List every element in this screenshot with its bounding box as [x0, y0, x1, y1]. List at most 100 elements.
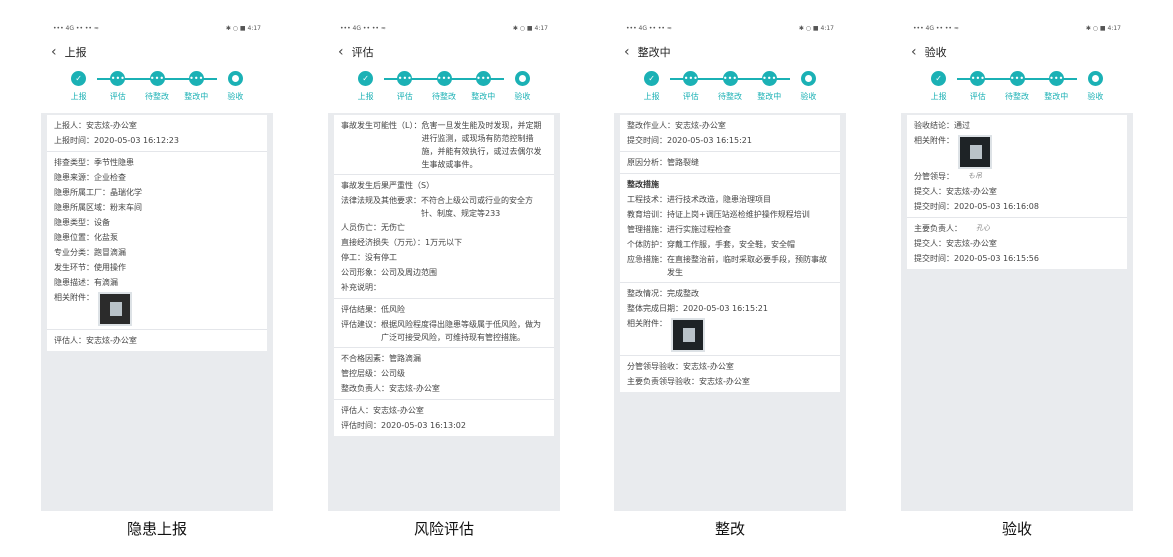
check-icon: ✓ [931, 71, 947, 86]
step-2[interactable]: ••• 评估 [385, 71, 424, 107]
conclusion: 验收结论：通过 [914, 121, 970, 130]
battery-clock: ✱ ○ ■ 4:17 [225, 24, 261, 32]
measure-item: 教育培训：持证上岗+调压站巡检维护操作规程培训 [627, 210, 810, 219]
back-icon[interactable]: ‹ [911, 45, 917, 59]
severity-section: 事故发生后果严重性（S） 法律法规及其他要求： 不符合上级公司或行业的安全方针、制度… [334, 175, 554, 299]
more-icon: ••• [475, 71, 491, 86]
attachment-label: 相关附件： [914, 136, 954, 145]
step-5[interactable]: 验收 [789, 71, 828, 107]
assess-suggestion-key: 评估建议： [341, 320, 381, 329]
assessor: 评估人：安志炫-办公室 [341, 406, 424, 415]
assessor-section: 评估人：安志炫-办公室 评估时间：2020-05-03 16:13:02 [334, 400, 554, 436]
step-label: 整改中 [471, 92, 496, 101]
attachment-thumbnail[interactable] [98, 292, 132, 326]
signature-image: も吊 [968, 172, 982, 180]
possibility-section: 事故发生可能性（L）： 危害一旦发生能及时发现，并定期进行监测，或现场有防范控制措… [334, 115, 554, 175]
severity-image: 公司形象：公司及周边范围 [341, 268, 437, 277]
phone-screen-4: ••• 4G •• •• ≈ ✱ ○ ■ 4:17 ‹ 验收 ✓ 上报 ••• 评估 ••• 待整… [901, 18, 1133, 511]
more-icon: ••• [970, 71, 986, 86]
step-3[interactable]: ••• 待整改 [424, 71, 463, 107]
step-2[interactable]: ••• 评估 [958, 71, 997, 107]
step-4[interactable]: ••• 整改中 [464, 71, 503, 107]
more-icon: ••• [436, 71, 452, 86]
hazard-fields-section: 排查类型：季节性隐患 隐患来源：企业检查 隐患所属工厂：晶瑞化学 隐患所属区域：粉末车… [47, 152, 267, 330]
progress-stepper: ✓ 上报 ••• 评估 ••• 待整改 ••• 整改中 验收 [41, 65, 273, 113]
hazard-field: 隐患描述：有滴漏 [54, 278, 118, 287]
back-icon[interactable]: ‹ [51, 45, 57, 59]
law-requirement: 法律法规及其他要求： 不符合上级公司或行业的安全方针、制度、规定等233 [341, 193, 547, 220]
step-label: 验收 [227, 92, 244, 101]
measure-item: 工程技术：进行技术改造，隐患治理项目 [627, 195, 771, 204]
screen-caption: 整改 [714, 520, 745, 538]
step-label: 整改中 [1044, 92, 1069, 101]
chief-signature-row: 主要负责人： 孔心 [914, 221, 1120, 236]
step-4[interactable]: ••• 整改中 [750, 71, 789, 107]
control-level: 管控层级：公司级 [341, 369, 405, 378]
screen-caption: 验收 [1001, 520, 1032, 538]
step-3[interactable]: ••• 待整改 [137, 71, 176, 107]
step-label: 待整改 [1005, 92, 1029, 101]
possibility-value: 危害一旦发生能及时发现，并定期进行监测，或现场有防范控制措施，并能有效执行，或过… [421, 121, 542, 169]
step-1[interactable]: ✓ 上报 [346, 71, 385, 107]
submit-time: 提交时间：2020-05-03 16:15:56 [914, 254, 1039, 263]
step-label: 验收 [800, 92, 817, 101]
measures-section: 整改措施 工程技术：进行技术改造，隐患治理项目 教育培训：持证上岗+调压站巡检维护操… [620, 174, 840, 283]
step-label: 评估 [682, 92, 699, 101]
step-2[interactable]: ••• 评估 [671, 71, 710, 107]
result-section: 评估结果：低风险 评估建议： 根据风险程度得出隐患等级属于低风险，做为广泛可接受风险… [334, 299, 554, 348]
worker-section: 整改作业人：安志炫-办公室 提交时间：2020-05-03 16:15:21 [620, 115, 840, 152]
back-icon[interactable]: ‹ [338, 45, 344, 59]
step-5[interactable]: 验收 [503, 71, 542, 107]
emergency-measure-value: 在直接整治前，临时采取必要手段，预防事故发生 [667, 255, 827, 277]
step-label: 整改中 [184, 92, 209, 101]
status-bar: ••• 4G •• •• ≈ ✱ ○ ■ 4:17 [614, 18, 846, 38]
step-3[interactable]: ••• 待整改 [710, 71, 749, 107]
hazard-field: 排查类型：季节性隐患 [54, 158, 134, 167]
step-3[interactable]: ••• 待整改 [997, 71, 1036, 107]
detail-card: 上报人：安志炫-办公室 上报时间：2020-05-03 16:12:23 排查类型：… [47, 115, 267, 351]
screen-caption: 风险评估 [413, 520, 474, 538]
attachment-thumbnail[interactable] [958, 135, 992, 169]
step-5[interactable]: 验收 [1076, 71, 1115, 107]
current-step-icon [514, 71, 530, 86]
detail-card: 事故发生可能性（L）： 危害一旦发生能及时发现，并定期进行监测，或现场有防范控制措… [334, 115, 554, 436]
finish-date: 整体完成日期：2020-05-03 16:15:21 [627, 304, 768, 313]
acceptance-section: 分管领导验收：安志炫-办公室 主要负责领导验收：安志炫-办公室 [620, 356, 840, 392]
severity-stop: 停工：没有停工 [341, 253, 397, 262]
battery-clock: ✱ ○ ■ 4:17 [1085, 24, 1121, 32]
attachment-row: 相关附件： [914, 133, 1120, 169]
step-2[interactable]: ••• 评估 [98, 71, 137, 107]
worker: 整改作业人：安志炫-办公室 [627, 121, 726, 130]
back-icon[interactable]: ‹ [624, 45, 630, 59]
signal-icons: ••• 4G •• •• ≈ [53, 24, 99, 32]
step-label: 待整改 [432, 92, 456, 101]
hazard-field: 隐患所属区域：粉末车间 [54, 203, 142, 212]
step-4[interactable]: ••• 整改中 [1037, 71, 1076, 107]
possibility-key: 事故发生可能性（L）： [341, 121, 422, 130]
step-5[interactable]: 验收 [216, 71, 255, 107]
step-label: 评估 [396, 92, 413, 101]
process-screens: ••• 4G •• •• ≈ ✱ ○ ■ 4:17 ‹ 上报 ✓ 上报 ••• 评估 ••• 待整… [0, 0, 1173, 557]
conclusion-section: 验收结论：通过 相关附件： 分管领导： も吊 提交人：安志炫-办公室 提交时间：2020-… [907, 115, 1127, 218]
page-title: 验收 [924, 45, 947, 59]
submitter: 提交人：安志炫-办公室 [914, 187, 997, 196]
step-1[interactable]: ✓ 上报 [632, 71, 671, 107]
step-1[interactable]: ✓ 上报 [59, 71, 98, 107]
severity-note: 补充说明： [341, 283, 381, 292]
control-owner: 整改负责人：安志炫-办公室 [341, 384, 440, 393]
chief-label: 主要负责人： [914, 224, 962, 233]
step-label: 上报 [357, 92, 374, 101]
step-1[interactable]: ✓ 上报 [919, 71, 958, 107]
page-title: 评估 [351, 45, 374, 59]
battery-clock: ✱ ○ ■ 4:17 [798, 24, 834, 32]
emergency-measure-key: 应急措施： [627, 255, 667, 264]
signal-icons: ••• 4G •• •• ≈ [340, 24, 386, 32]
step-label: 待整改 [145, 92, 169, 101]
report-time: 上报时间：2020-05-03 16:12:23 [54, 136, 179, 145]
step-label: 整改中 [757, 92, 782, 101]
check-icon: ✓ [71, 71, 87, 86]
status-bar: ••• 4G •• •• ≈ ✱ ○ ■ 4:17 [41, 18, 273, 38]
step-4[interactable]: ••• 整改中 [177, 71, 216, 107]
attachment-thumbnail[interactable] [671, 318, 705, 352]
signature-image: 孔心 [976, 224, 990, 232]
